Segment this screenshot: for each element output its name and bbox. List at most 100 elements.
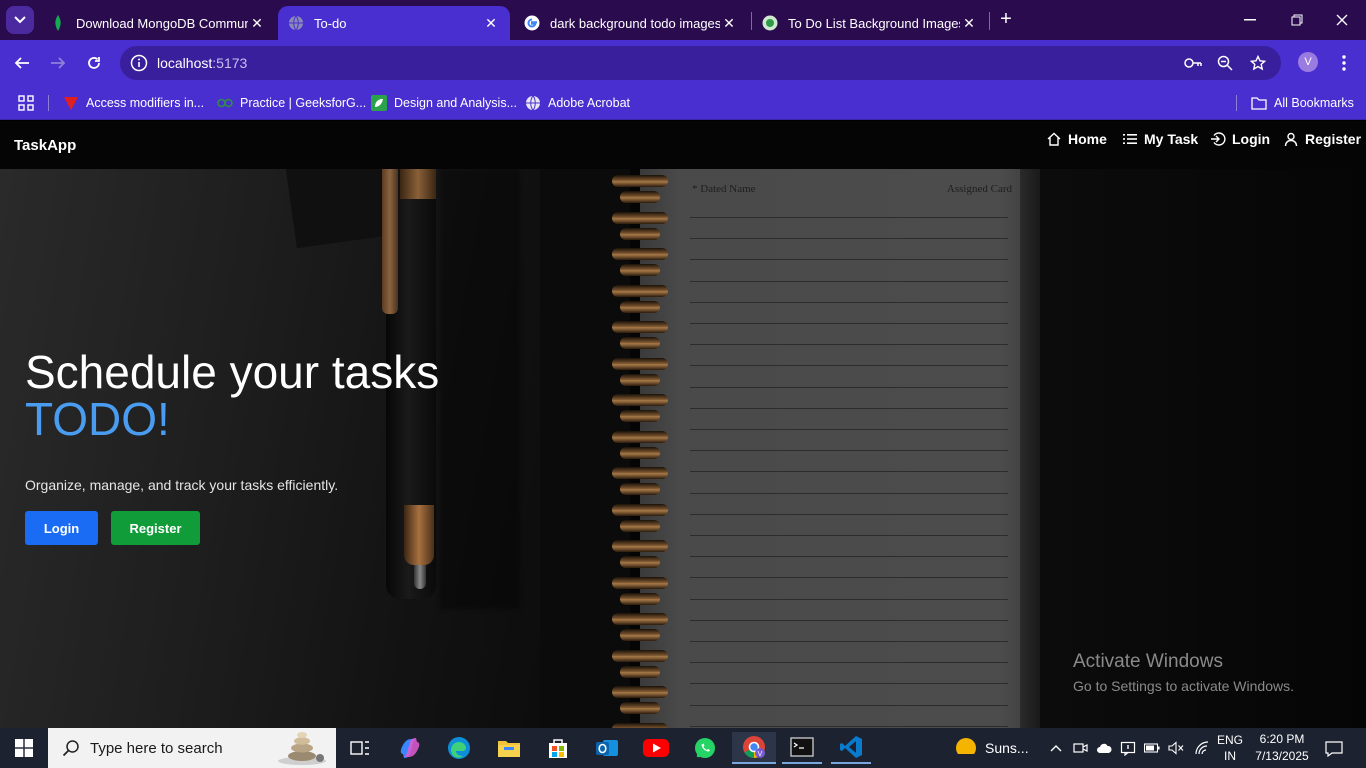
notebook-spiral-coil: [612, 540, 668, 552]
more-menu-icon[interactable]: [1334, 51, 1354, 75]
close-tab-icon[interactable]: ✕: [248, 15, 266, 32]
chevron-up-icon[interactable]: [1048, 740, 1064, 756]
home-icon: [1047, 132, 1061, 146]
address-bar[interactable]: localhost:5173: [120, 46, 1281, 80]
notebook-header: * Dated Name Assigned Card: [692, 183, 1012, 195]
notebook-ruled-line: [690, 217, 1008, 218]
browser-tab[interactable]: To Do List Background Images, ✕: [752, 6, 988, 40]
browser-tab[interactable]: Download MongoDB Communi ✕: [40, 6, 276, 40]
login-icon: [1211, 132, 1226, 146]
forward-arrow-icon[interactable]: [46, 51, 70, 75]
edge-browser-icon[interactable]: [439, 732, 479, 764]
hero-section: * Dated Name Assigned Card Schedule your…: [0, 169, 1366, 728]
close-window-icon[interactable]: [1330, 8, 1354, 32]
list-icon: [1123, 134, 1137, 144]
activate-windows-watermark: Activate Windows Go to Settings to activ…: [1073, 651, 1294, 694]
notebook-ruled-line: [690, 662, 1008, 664]
bookmark-item[interactable]: Practice | GeeksforG...: [217, 92, 366, 114]
nav-register[interactable]: Register: [1283, 131, 1361, 147]
whatsapp-icon[interactable]: [685, 732, 725, 764]
notebook-ruled-line: [690, 471, 1008, 473]
youtube-icon[interactable]: [636, 732, 676, 764]
windows-start-icon[interactable]: [0, 728, 48, 768]
zoom-icon[interactable]: [1216, 54, 1234, 72]
notifications-icon[interactable]: [1325, 740, 1343, 758]
taskbar-search-placeholder: Type here to search: [90, 739, 223, 757]
hero-subtitle: Organize, manage, and track your tasks e…: [25, 477, 339, 493]
hero-headline: Schedule your tasks: [25, 346, 440, 398]
clock[interactable]: 6:20 PM 7/13/2025: [1252, 732, 1312, 763]
browser-tab[interactable]: dark background todo images a ✕: [514, 6, 748, 40]
notebook-ruled-line: [690, 280, 1008, 282]
taskbar-search-box[interactable]: Type here to search: [48, 728, 336, 768]
notebook-ruled-line: [690, 725, 1008, 727]
bookmark-item[interactable]: Adobe Acrobat: [525, 92, 630, 114]
notebook-ruled-line: [690, 323, 1008, 324]
terminal-icon[interactable]: [782, 732, 822, 764]
reload-icon[interactable]: [82, 51, 106, 75]
password-key-icon[interactable]: [1184, 54, 1202, 72]
green-leaf-icon: [371, 95, 387, 111]
volume-muted-icon[interactable]: [1168, 740, 1184, 756]
task-view-icon[interactable]: [340, 732, 380, 764]
bookmarks-bar: Access modifiers in... Practice | Geeksf…: [0, 86, 1366, 120]
bookmark-star-icon[interactable]: [1249, 54, 1267, 72]
hero-register-button[interactable]: Register: [111, 511, 200, 545]
address-url[interactable]: localhost:5173: [157, 55, 247, 71]
minimize-icon[interactable]: [1238, 8, 1262, 32]
nav-label: My Task: [1144, 131, 1199, 147]
feedback-icon[interactable]: [1120, 740, 1136, 756]
notebook-right-header: Assigned Card: [946, 183, 1012, 195]
apps-grid-icon[interactable]: [18, 92, 34, 114]
notebook-spiral-coil: [620, 227, 660, 240]
nav-label: Login: [1232, 131, 1271, 147]
onedrive-cloud-icon[interactable]: [1096, 740, 1112, 756]
microsoft-store-icon[interactable]: [538, 732, 578, 764]
hero-login-button[interactable]: Login: [25, 511, 98, 545]
new-tab-button[interactable]: +: [996, 9, 1016, 29]
watermark-subtitle: Go to Settings to activate Windows.: [1073, 678, 1294, 694]
app-brand[interactable]: TaskApp: [14, 137, 76, 154]
chrome-icon[interactable]: V: [732, 732, 776, 764]
battery-icon[interactable]: [1144, 740, 1160, 756]
wifi-icon[interactable]: [1194, 740, 1210, 756]
site-info-icon[interactable]: [130, 54, 148, 72]
red-v-icon: [63, 95, 79, 111]
copilot-icon[interactable]: [390, 732, 430, 764]
nav-my-task[interactable]: My Task: [1122, 131, 1198, 147]
chevron-down-icon: [14, 16, 26, 24]
file-explorer-icon[interactable]: [489, 732, 529, 764]
tab-search-button[interactable]: [6, 6, 34, 34]
notebook-spiral-coil: [612, 394, 668, 406]
close-tab-icon[interactable]: ✕: [482, 15, 500, 32]
all-bookmarks-button[interactable]: All Bookmarks: [1251, 92, 1354, 114]
notebook-ruled-line: [690, 598, 1008, 600]
weather-label[interactable]: Suns...: [985, 740, 1029, 756]
notebook-spiral-coil: [620, 337, 660, 349]
language-indicator[interactable]: ENG IN: [1213, 733, 1247, 763]
notebook-ruled-line: [690, 577, 1008, 579]
tab-title: To-do: [314, 15, 347, 31]
nav-login[interactable]: Login: [1210, 131, 1270, 147]
notebook-spiral-coil: [620, 191, 660, 203]
weather-sun-icon[interactable]: [954, 736, 980, 762]
notebook-ruled-line: [690, 407, 1008, 409]
camera-icon[interactable]: [1072, 740, 1088, 756]
bookmark-item[interactable]: Design and Analysis...: [371, 92, 517, 114]
outlook-icon[interactable]: [587, 732, 627, 764]
profile-avatar[interactable]: V: [1298, 52, 1318, 72]
notebook-spiral-coil: [620, 483, 660, 495]
app-navbar: TaskApp Home My Task Login Register: [0, 121, 1366, 169]
browser-tab-active[interactable]: To-do ✕: [278, 6, 510, 40]
nav-home[interactable]: Home: [1046, 131, 1107, 147]
back-arrow-icon[interactable]: [10, 51, 34, 75]
notebook-spiral-coil: [620, 702, 660, 714]
bookmark-label: Design and Analysis...: [394, 96, 517, 110]
notebook-ruled-line: [690, 683, 1008, 685]
bookmark-item[interactable]: Access modifiers in...: [63, 92, 204, 114]
vscode-icon[interactable]: [831, 732, 871, 764]
user-icon: [1284, 132, 1298, 147]
close-tab-icon[interactable]: ✕: [960, 15, 978, 32]
restore-icon[interactable]: [1285, 8, 1309, 32]
close-tab-icon[interactable]: ✕: [720, 15, 738, 32]
